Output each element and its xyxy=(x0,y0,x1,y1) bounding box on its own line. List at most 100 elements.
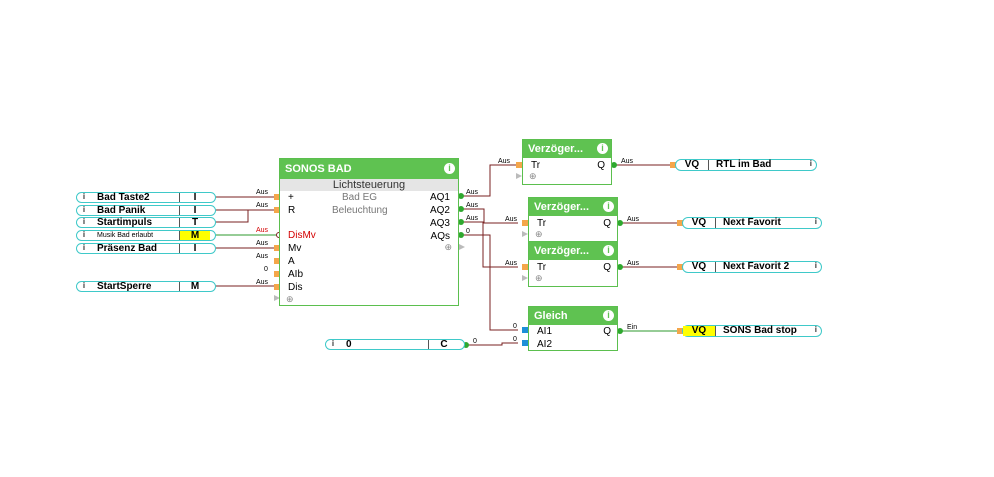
input-block-bad-panik[interactable]: i Bad Panik I xyxy=(76,205,216,216)
output-label: RTL im Bad xyxy=(716,159,772,170)
output-pin: Q xyxy=(603,262,611,273)
block-subtitle: Lichtsteuerung xyxy=(280,179,458,191)
output-label: Next Favorit xyxy=(723,217,781,228)
input-label: StartSperre xyxy=(97,281,152,292)
input-type: I xyxy=(179,244,210,254)
delay-block-3[interactable]: Verzöger... i Tr Q ⊕ xyxy=(528,241,618,287)
wire-label: 0 xyxy=(264,266,268,273)
input-type: T xyxy=(179,218,210,228)
input-type: M xyxy=(179,282,210,292)
block-title: SONOS BAD xyxy=(285,163,352,175)
delay-block-1[interactable]: Verzöger... i Tr Q ⊕ xyxy=(522,139,612,185)
block-title: Gleich xyxy=(534,310,568,322)
block-header: Verzöger... i xyxy=(529,242,617,260)
output-block-next-favorit[interactable]: VQ Next Favorit i xyxy=(682,217,822,229)
input-pin: Mv xyxy=(288,243,302,254)
add-input-icon[interactable]: ⊕ xyxy=(286,295,294,304)
wire-label: 0 xyxy=(473,338,477,345)
block-title: Verzöger... xyxy=(534,245,590,257)
output-type: VQ xyxy=(676,160,709,170)
constant-block[interactable]: i 0 C xyxy=(325,339,465,350)
info-icon[interactable]: i xyxy=(815,325,817,334)
block-title: Verzöger... xyxy=(534,201,590,213)
block-header: SONOS BAD i xyxy=(280,159,458,179)
info-icon[interactable]: i xyxy=(80,243,88,254)
wire-label: Aus xyxy=(256,253,269,260)
add-input-icon[interactable]: ⊕ xyxy=(535,274,543,283)
output-pin: AQ1 xyxy=(429,192,450,203)
output-block-rtl-im-bad[interactable]: VQ RTL im Bad i xyxy=(675,159,817,171)
info-icon[interactable]: i xyxy=(329,339,337,350)
input-type: I xyxy=(179,193,210,203)
info-icon[interactable]: i xyxy=(80,230,88,241)
output-label: Next Favorit 2 xyxy=(723,261,790,272)
output-pin: AQ3 xyxy=(429,218,450,229)
info-icon[interactable]: i xyxy=(80,281,88,292)
input-block-praesenz-bad[interactable]: i Präsenz Bad I xyxy=(76,243,216,254)
wire-label: Aus xyxy=(466,202,479,209)
info-icon[interactable]: i xyxy=(815,261,817,270)
info-icon[interactable]: i xyxy=(603,245,614,256)
pin-connector xyxy=(459,244,465,250)
input-pin: Dis xyxy=(288,282,303,293)
wire-label: Aus xyxy=(498,158,511,165)
delay-block-2[interactable]: Verzöger... i Tr Q ⊕ xyxy=(528,197,618,243)
output-type: VQ xyxy=(683,218,716,228)
gleich-block[interactable]: Gleich i AI1 AI2 Q xyxy=(528,306,618,351)
add-input-icon[interactable]: ⊕ xyxy=(535,230,543,239)
input-block-startimpuls[interactable]: i Startimpuls T xyxy=(76,217,216,228)
sonos-bad-block[interactable]: SONOS BAD i Lichtsteuerung Bad EG Beleuc… xyxy=(279,158,459,306)
input-type: M xyxy=(179,231,210,241)
info-icon[interactable]: i xyxy=(815,217,817,226)
input-block-startsperre[interactable]: i StartSperre M xyxy=(76,281,216,292)
input-block-musik-bad-erlaubt[interactable]: i Musik Bad erlaubt M xyxy=(76,230,216,241)
info-icon[interactable]: i xyxy=(80,205,88,216)
info-icon[interactable]: i xyxy=(80,217,88,228)
input-pin: + xyxy=(288,192,294,203)
wire-label: Aus xyxy=(256,202,269,209)
wire-label: Aus xyxy=(256,240,269,247)
input-label: Bad Panik xyxy=(97,205,146,216)
wire-label: Aus xyxy=(256,227,269,234)
wire-label: Aus xyxy=(627,260,640,267)
output-pin: Q xyxy=(597,160,605,171)
info-icon[interactable]: i xyxy=(603,310,614,321)
info-icon[interactable]: i xyxy=(597,143,608,154)
wire-label: Ein xyxy=(627,324,638,331)
input-label: Musik Bad erlaubt xyxy=(97,232,154,239)
input-label: Startimpuls xyxy=(97,217,153,228)
output-block-next-favorit-2[interactable]: VQ Next Favorit 2 i xyxy=(682,261,822,273)
info-icon[interactable]: i xyxy=(444,163,455,174)
input-pin: Tr xyxy=(531,160,541,171)
wire-label: Aus xyxy=(466,189,479,196)
output-pin: Q xyxy=(603,326,611,337)
wire-label: Aus xyxy=(627,216,640,223)
input-pin: AIb xyxy=(288,269,304,280)
input-pin: Tr xyxy=(537,262,547,273)
info-icon[interactable]: i xyxy=(80,192,88,203)
wire-label: Aus xyxy=(505,260,518,267)
input-pin: Tr xyxy=(537,218,547,229)
output-type: VQ xyxy=(683,262,716,272)
add-output-icon[interactable]: ⊕ xyxy=(444,243,452,252)
wire-label: Aus xyxy=(505,216,518,223)
wire-label: 0 xyxy=(466,228,470,235)
output-pin: AQ2 xyxy=(429,205,450,216)
wire-label: Aus xyxy=(256,279,269,286)
output-block-sons-bad-stop[interactable]: VQ SONS Bad stop i xyxy=(682,325,822,337)
input-pin: DisMv xyxy=(288,230,316,241)
wire-label: 0 xyxy=(513,336,517,343)
output-type: VQ xyxy=(683,326,716,336)
input-block-bad-taste2[interactable]: i Bad Taste2 I xyxy=(76,192,216,203)
block-title: Verzöger... xyxy=(528,143,584,155)
input-pin: AI2 xyxy=(537,339,553,350)
add-input-icon[interactable]: ⊕ xyxy=(529,172,537,181)
constant-value: 0 xyxy=(346,339,352,350)
input-label: Präsenz Bad xyxy=(97,243,158,254)
info-icon[interactable]: i xyxy=(810,159,812,168)
block-header: Verzöger... i xyxy=(523,140,611,158)
input-pin: R xyxy=(288,205,296,216)
wire-label: Aus xyxy=(256,189,269,196)
wire-label: 0 xyxy=(513,323,517,330)
info-icon[interactable]: i xyxy=(603,201,614,212)
